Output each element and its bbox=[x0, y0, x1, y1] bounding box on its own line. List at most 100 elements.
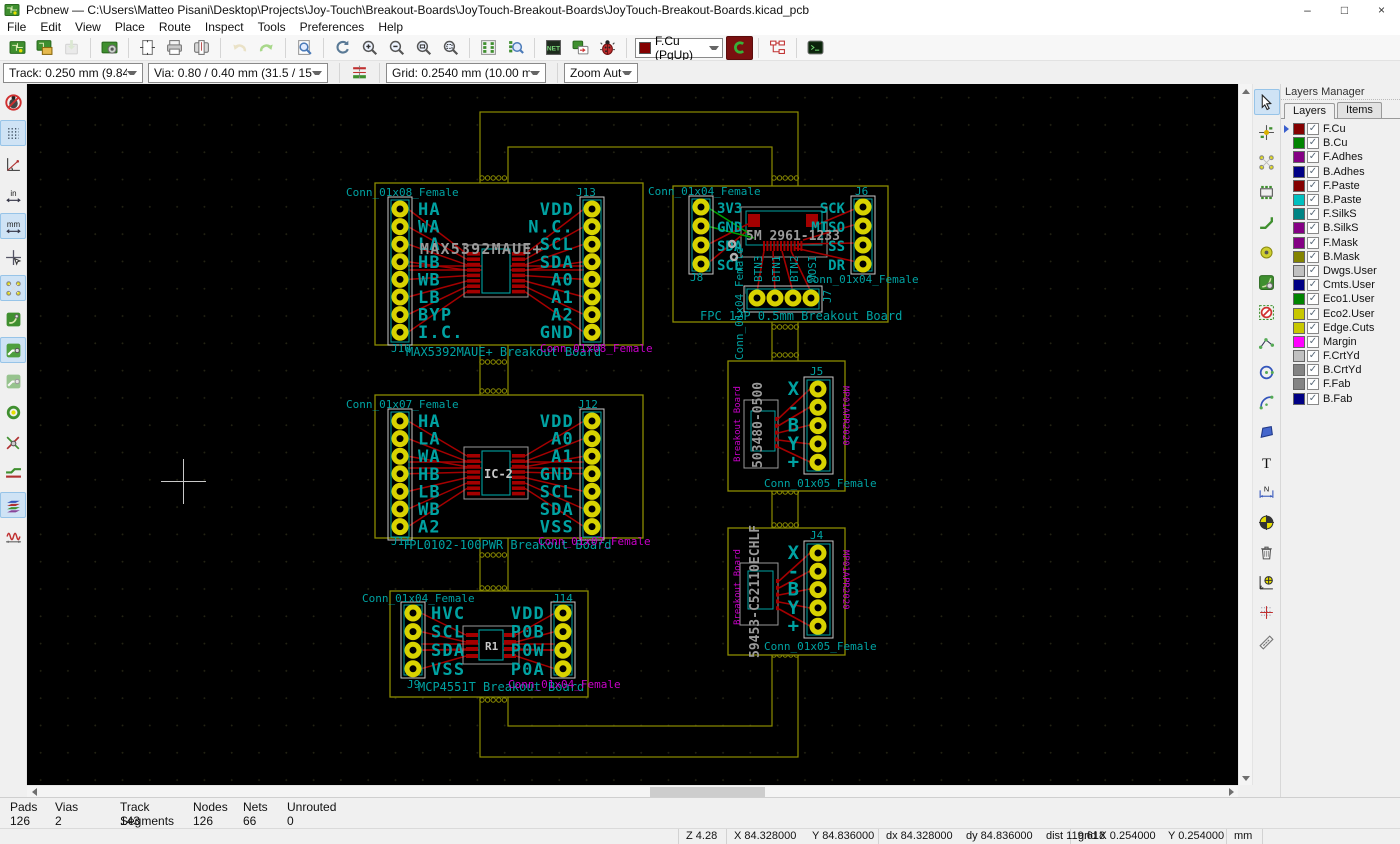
layers-manager-tab-layers[interactable]: Layers bbox=[1284, 103, 1335, 119]
ratsnest-visibility-button[interactable] bbox=[0, 275, 26, 301]
layer-color-swatch[interactable] bbox=[1293, 166, 1305, 178]
track-display-button[interactable] bbox=[0, 337, 26, 363]
redraw-button[interactable] bbox=[329, 36, 356, 60]
layer-color-swatch[interactable] bbox=[1293, 364, 1305, 376]
layer-visibility-checkbox[interactable]: ✓ bbox=[1307, 265, 1319, 277]
menu-preferences[interactable]: Preferences bbox=[293, 19, 372, 35]
scroll-up-button[interactable] bbox=[1239, 84, 1253, 98]
layer-color-swatch[interactable] bbox=[1293, 180, 1305, 192]
layer-row-f-crtyd[interactable]: ✓F.CrtYd bbox=[1281, 349, 1400, 363]
pcb-new-button[interactable] bbox=[4, 36, 31, 60]
menu-file[interactable]: File bbox=[0, 19, 33, 35]
layer-visibility-checkbox[interactable]: ✓ bbox=[1307, 393, 1319, 405]
pcb-canvas[interactable]: HAWALAHBWBLBBYPI.C.VDDN.C.SCLSDAA0A1A2GN… bbox=[27, 84, 1238, 785]
page-settings-button[interactable] bbox=[134, 36, 161, 60]
update-pcb-button[interactable] bbox=[567, 36, 594, 60]
pcb-open-button[interactable] bbox=[31, 36, 58, 60]
layer-color-swatch[interactable] bbox=[1293, 322, 1305, 334]
delete-tool-button[interactable] bbox=[1254, 539, 1280, 565]
zoom-in-button[interactable] bbox=[356, 36, 383, 60]
via-display-button[interactable] bbox=[0, 399, 26, 425]
menu-place[interactable]: Place bbox=[108, 19, 152, 35]
layers-stack-button[interactable] bbox=[0, 492, 26, 518]
net-button[interactable]: NET bbox=[540, 36, 567, 60]
layer-row-f-adhes[interactable]: ✓F.Adhes bbox=[1281, 150, 1400, 164]
layer-color-swatch[interactable] bbox=[1293, 222, 1305, 234]
units-mm-button[interactable]: mm bbox=[0, 213, 26, 239]
layer-row-eco2-user[interactable]: ✓Eco2.User bbox=[1281, 306, 1400, 320]
measure-tool-button[interactable] bbox=[1254, 629, 1280, 655]
layer-row-f-mask[interactable]: ✓F.Mask bbox=[1281, 236, 1400, 250]
drc-off-button[interactable] bbox=[0, 89, 26, 115]
layers-manager-tab-items[interactable]: Items bbox=[1337, 102, 1382, 118]
layer-row-b-crtyd[interactable]: ✓B.CrtYd bbox=[1281, 363, 1400, 377]
drc-bug-button[interactable] bbox=[594, 36, 621, 60]
layer-visibility-checkbox[interactable]: ✓ bbox=[1307, 237, 1319, 249]
layer-row-cmts-user[interactable]: ✓Cmts.User bbox=[1281, 278, 1400, 292]
layer-visibility-checkbox[interactable]: ✓ bbox=[1307, 137, 1319, 149]
cursor-shape-button[interactable] bbox=[0, 244, 26, 270]
add-circle-button[interactable] bbox=[1254, 359, 1280, 385]
layer-row-b-silks[interactable]: ✓B.SilkS bbox=[1281, 221, 1400, 235]
track-display-alt-button[interactable] bbox=[0, 368, 26, 394]
layer-visibility-checkbox[interactable]: ✓ bbox=[1307, 208, 1319, 220]
board-setup-button[interactable] bbox=[96, 36, 123, 60]
layer-visibility-checkbox[interactable]: ✓ bbox=[1307, 378, 1319, 390]
menu-route[interactable]: Route bbox=[152, 19, 198, 35]
track-width-legend-button[interactable] bbox=[346, 61, 373, 85]
local-ratsnest-button[interactable] bbox=[1254, 149, 1280, 175]
layer-visibility-checkbox[interactable]: ✓ bbox=[1307, 279, 1319, 291]
polar-coords-button[interactable] bbox=[0, 151, 26, 177]
layer-visibility-checkbox[interactable]: ✓ bbox=[1307, 293, 1319, 305]
add-target-button[interactable] bbox=[1254, 509, 1280, 535]
console-button[interactable] bbox=[802, 36, 829, 60]
layer-row-b-fab[interactable]: ✓B.Fab bbox=[1281, 392, 1400, 406]
zoom-fit-button[interactable] bbox=[410, 36, 437, 60]
track-cross-button[interactable] bbox=[0, 461, 26, 487]
layer-row-f-paste[interactable]: ✓F.Paste bbox=[1281, 179, 1400, 193]
minimize-button[interactable]: – bbox=[1289, 0, 1326, 19]
layer-color-swatch[interactable] bbox=[1293, 350, 1305, 362]
layer-visibility-checkbox[interactable]: ✓ bbox=[1307, 364, 1319, 376]
add-footprint-button[interactable] bbox=[1254, 179, 1280, 205]
via-size-select[interactable]: Via: 0.80 / 0.40 mm (31.5 / 15.7 mils) * bbox=[148, 63, 328, 83]
route-track-button[interactable] bbox=[1254, 209, 1280, 235]
zone-display-button[interactable] bbox=[0, 306, 26, 332]
layer-color-swatch[interactable] bbox=[1293, 279, 1305, 291]
layer-row-f-silks[interactable]: ✓F.SilkS bbox=[1281, 207, 1400, 221]
layer-color-swatch[interactable] bbox=[1293, 123, 1305, 135]
layer-color-swatch[interactable] bbox=[1293, 308, 1305, 320]
layer-row-b-adhes[interactable]: ✓B.Adhes bbox=[1281, 165, 1400, 179]
layer-color-swatch[interactable] bbox=[1293, 137, 1305, 149]
layer-visibility-checkbox[interactable]: ✓ bbox=[1307, 350, 1319, 362]
maximize-button[interactable]: □ bbox=[1326, 0, 1363, 19]
add-via-button[interactable] bbox=[1254, 239, 1280, 265]
add-line-button[interactable] bbox=[1254, 329, 1280, 355]
layer-visibility-checkbox[interactable]: ✓ bbox=[1307, 123, 1319, 135]
layer-row-b-mask[interactable]: ✓B.Mask bbox=[1281, 250, 1400, 264]
grid-select[interactable]: Grid: 0.2540 mm (10.00 mils) bbox=[386, 63, 546, 83]
net-inspector-button[interactable] bbox=[764, 36, 791, 60]
layer-visibility-checkbox[interactable]: ✓ bbox=[1307, 166, 1319, 178]
highlight-net-button[interactable] bbox=[1254, 119, 1280, 145]
layer-row-edge-cuts[interactable]: ✓Edge.Cuts bbox=[1281, 321, 1400, 335]
layer-visibility-checkbox[interactable]: ✓ bbox=[1307, 180, 1319, 192]
layer-color-swatch[interactable] bbox=[1293, 378, 1305, 390]
place-offset-button[interactable] bbox=[1254, 569, 1280, 595]
layer-color-swatch[interactable] bbox=[1293, 336, 1305, 348]
pad-display-button[interactable] bbox=[0, 430, 26, 456]
zoom-select[interactable]: Zoom Auto bbox=[564, 63, 638, 83]
fp-viewer-button[interactable] bbox=[502, 36, 529, 60]
add-polygon-button[interactable] bbox=[1254, 419, 1280, 445]
plot-button[interactable] bbox=[188, 36, 215, 60]
units-inch-button[interactable]: in bbox=[0, 182, 26, 208]
layer-color-swatch[interactable] bbox=[1293, 265, 1305, 277]
grid-dots-button[interactable] bbox=[0, 120, 26, 146]
layer-color-swatch[interactable] bbox=[1293, 194, 1305, 206]
close-button[interactable]: × bbox=[1363, 0, 1400, 19]
layer-toggle-button[interactable] bbox=[726, 36, 753, 60]
scrollbar-thumb[interactable] bbox=[650, 787, 765, 797]
menu-help[interactable]: Help bbox=[371, 19, 410, 35]
menu-view[interactable]: View bbox=[68, 19, 108, 35]
layer-row-eco1-user[interactable]: ✓Eco1.User bbox=[1281, 292, 1400, 306]
